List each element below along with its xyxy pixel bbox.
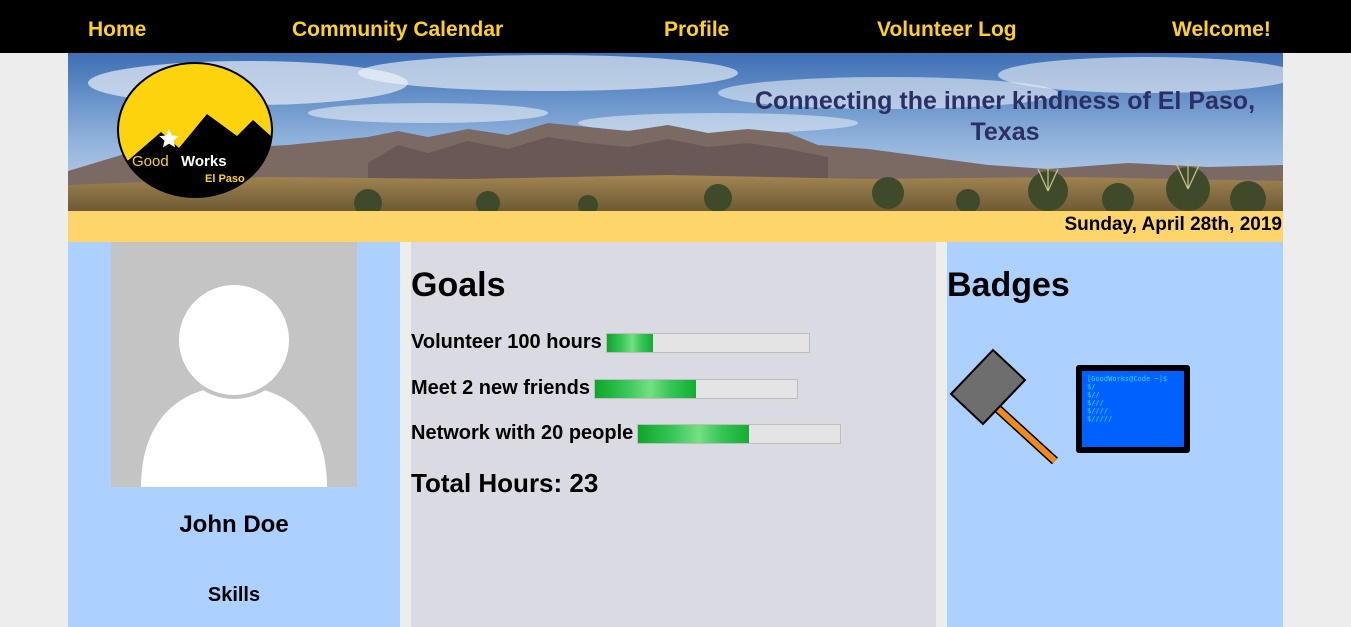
goal-progress-bar: [605, 332, 810, 353]
site-tagline: Connecting the inner kindness of El Paso…: [754, 87, 1256, 146]
date-bar: Sunday, April 28th, 2019: [68, 211, 1283, 242]
terminal-line: $//: [1087, 391, 1100, 399]
goal-label: Volunteer 100 hours: [411, 331, 602, 353]
default-user-icon: [141, 281, 327, 487]
nav-welcome-link[interactable]: Welcome!: [1172, 18, 1271, 42]
code-terminal-icon[interactable]: [GoodWorks@Code ~]$ $/$//$///$////$/////: [1076, 365, 1190, 453]
skills-heading: Skills: [207, 584, 261, 606]
goals-heading: Goals: [411, 266, 506, 304]
goal-item: Network with 20 people: [411, 422, 842, 444]
goal-progress-bar: [637, 423, 842, 444]
nav-profile-link[interactable]: Profile: [664, 18, 729, 42]
current-date: Sunday, April 28th, 2019: [1064, 214, 1282, 235]
profile-panel: John Doe Skills: [68, 242, 400, 627]
avatar[interactable]: [111, 242, 357, 487]
header-banner: Good Works El Paso Connecting the inner …: [68, 53, 1283, 211]
logo-name-text: Good: [132, 153, 169, 170]
terminal-screen: [GoodWorks@Code ~]$ $/$//$///$////$/////: [1082, 371, 1184, 447]
nav-community-calendar-link[interactable]: Community Calendar: [292, 18, 503, 42]
nav-volunteer-log-link[interactable]: Volunteer Log: [877, 18, 1017, 42]
terminal-line: $/: [1087, 383, 1096, 391]
hammer-icon[interactable]: [947, 346, 1061, 464]
goal-progress-bar: [593, 378, 798, 399]
nav-home-link[interactable]: Home: [88, 18, 146, 42]
logo-city-text: El Paso: [205, 173, 245, 185]
goal-progress-fill: [638, 424, 750, 443]
terminal-line: $///: [1087, 399, 1104, 407]
goal-label: Meet 2 new friends: [411, 377, 590, 399]
goal-label: Network with 20 people: [411, 422, 634, 444]
user-name: John Doe: [179, 511, 289, 538]
terminal-line: $/////: [1087, 415, 1113, 423]
badges-heading: Badges: [947, 266, 1070, 304]
goal-progress-fill: [594, 379, 696, 398]
goal-item: Meet 2 new friends: [411, 377, 798, 399]
total-hours: Total Hours: 23: [411, 468, 599, 498]
logo-name-bold-text: Works: [181, 153, 227, 170]
terminal-line: [GoodWorks@Code ~]$: [1087, 375, 1168, 383]
terminal-line: $////: [1087, 407, 1109, 415]
top-navigation: Home Community Calendar Profile Voluntee…: [0, 0, 1351, 53]
goal-item: Volunteer 100 hours: [411, 331, 810, 353]
badges-panel: Badges [GoodWorks@Code ~]$ $/$//$///$////…: [947, 242, 1283, 627]
goal-progress-fill: [606, 333, 654, 352]
goals-panel: Goals Volunteer 100 hours Meet 2 new fri…: [411, 242, 936, 627]
good-works-logo[interactable]: Good Works El Paso: [117, 62, 273, 198]
